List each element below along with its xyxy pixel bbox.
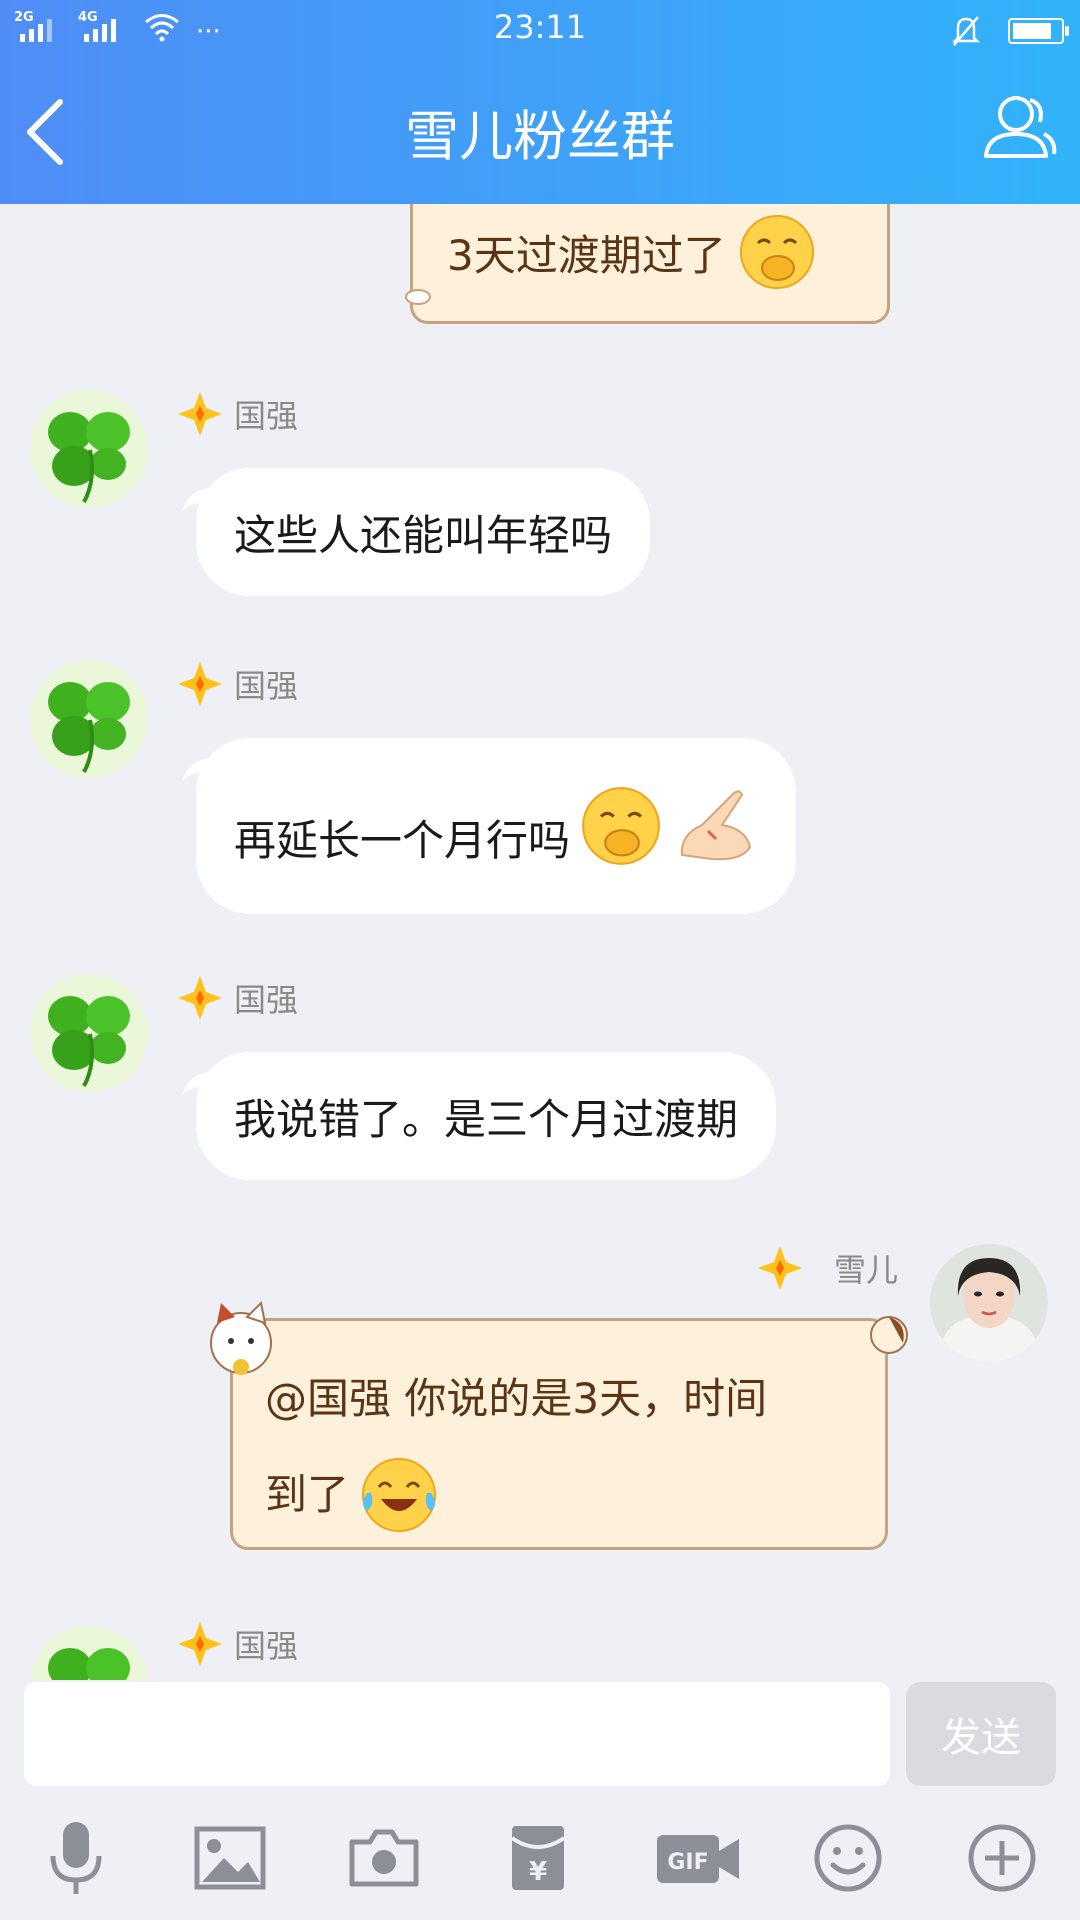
message-text: 我说错了。是三个月过渡期 bbox=[234, 1094, 739, 1144]
paw-decoration bbox=[405, 289, 431, 305]
header-bar: 2G 4G ··· 23:11 雪儿粉丝群 bbox=[0, 0, 1080, 204]
gif-icon: GIF bbox=[657, 1835, 739, 1883]
message-item: 国强 我说错了。是三个月过渡期 bbox=[0, 974, 1080, 1204]
sender-name: 国强 bbox=[234, 981, 299, 1019]
user-avatar-image bbox=[930, 1244, 1048, 1362]
clover-avatar-image bbox=[30, 1626, 148, 1680]
clover-avatar-image bbox=[30, 390, 148, 508]
star-badge-icon bbox=[178, 1622, 222, 1666]
svg-text:¥: ¥ bbox=[529, 1857, 547, 1887]
more-button[interactable] bbox=[958, 1814, 1046, 1902]
star-badge-icon bbox=[178, 976, 222, 1020]
composer: 发送 bbox=[0, 1680, 1080, 1792]
bubble-tail bbox=[182, 758, 210, 782]
camera-button[interactable] bbox=[340, 1814, 428, 1902]
avatar[interactable] bbox=[30, 1626, 148, 1680]
message-text: @国强 你说的是3天，时间 bbox=[265, 1374, 768, 1423]
message-bubble[interactable]: 这些人还能叫年轻吗 bbox=[182, 468, 651, 596]
battery-icon bbox=[1008, 18, 1069, 44]
emoji-icon bbox=[814, 1824, 882, 1892]
message-item: 3天过渡期过了 bbox=[0, 204, 1080, 334]
emoji-button[interactable] bbox=[804, 1814, 892, 1902]
sender-row: 国强 bbox=[176, 390, 298, 438]
sender-name: 国强 bbox=[234, 667, 299, 705]
message-item: 雪儿 @国强 你说的是3天，时间 到了 bbox=[0, 1244, 1080, 1584]
message-bubble[interactable]: 再延长一个月行吗 bbox=[182, 738, 797, 914]
mute-bell-icon bbox=[951, 16, 981, 46]
status-bar: 2G 4G ··· 23:11 bbox=[0, 0, 1080, 58]
avatar[interactable] bbox=[930, 1244, 1048, 1362]
cover-mouth-emoji bbox=[739, 215, 814, 289]
sender-row: 国强 bbox=[176, 660, 298, 708]
input-toolbar: ¥ GIF bbox=[0, 1800, 1080, 1920]
message-bubble[interactable]: @国强 你说的是3天，时间 到了 bbox=[210, 1300, 908, 1550]
message-text: 到了 bbox=[265, 1470, 350, 1519]
avatar[interactable] bbox=[30, 974, 148, 1092]
sender-row: 国强 bbox=[176, 1620, 298, 1668]
star-badge-icon bbox=[178, 392, 222, 436]
pleading-hands-emoji bbox=[680, 790, 752, 861]
star-badge-icon bbox=[178, 662, 222, 706]
group-members-icon[interactable] bbox=[978, 86, 1058, 166]
bubble-tail bbox=[182, 1072, 210, 1096]
message-item: 国强 bbox=[0, 1620, 1080, 1680]
message-text: 再延长一个月行吗 bbox=[234, 815, 571, 865]
camera-icon bbox=[349, 1829, 419, 1887]
chat-area[interactable]: 3天过渡期过了 国强 这些人还能叫年轻吗 国强 再延长一个月行吗 国强 我说错了… bbox=[0, 204, 1080, 1680]
cover-mouth-emoji bbox=[582, 787, 660, 865]
tail-decoration bbox=[870, 1316, 908, 1354]
message-item: 国强 这些人还能叫年轻吗 bbox=[0, 390, 1080, 620]
red-packet-icon: ¥ bbox=[510, 1826, 566, 1890]
bubble-tail bbox=[182, 488, 210, 512]
avatar[interactable] bbox=[30, 390, 148, 508]
sender-row: 国强 bbox=[176, 974, 298, 1022]
gif-button[interactable]: GIF bbox=[648, 1814, 748, 1902]
image-button[interactable] bbox=[186, 1814, 274, 1902]
message-input[interactable] bbox=[24, 1682, 890, 1786]
image-icon bbox=[194, 1826, 266, 1890]
sender-name: 雪儿 bbox=[834, 1251, 899, 1289]
message-text: 这些人还能叫年轻吗 bbox=[234, 510, 613, 560]
voice-button[interactable] bbox=[32, 1814, 120, 1902]
message-item: 国强 再延长一个月行吗 bbox=[0, 660, 1080, 920]
tears-of-joy-emoji bbox=[362, 1458, 437, 1532]
page-title: 雪儿粉丝群 bbox=[405, 105, 675, 168]
plus-icon bbox=[968, 1824, 1036, 1892]
red-packet-button[interactable]: ¥ bbox=[494, 1814, 582, 1902]
star-badge-icon bbox=[758, 1246, 802, 1290]
message-text: 3天过渡期过了 bbox=[447, 230, 726, 280]
sender-name: 国强 bbox=[234, 397, 299, 435]
avatar[interactable] bbox=[30, 660, 148, 778]
sender-row: 雪儿 bbox=[756, 1244, 898, 1292]
clock: 23:11 bbox=[493, 8, 587, 46]
message-bubble[interactable]: 3天过渡期过了 bbox=[405, 204, 890, 324]
microphone-icon bbox=[50, 1822, 102, 1894]
clover-avatar-image bbox=[30, 660, 148, 778]
clover-avatar-image bbox=[30, 974, 148, 1092]
sender-name: 国强 bbox=[234, 1627, 299, 1665]
send-button[interactable]: 发送 bbox=[906, 1682, 1056, 1786]
svg-text:GIF: GIF bbox=[667, 1850, 708, 1875]
message-bubble[interactable]: 我说错了。是三个月过渡期 bbox=[182, 1052, 777, 1180]
